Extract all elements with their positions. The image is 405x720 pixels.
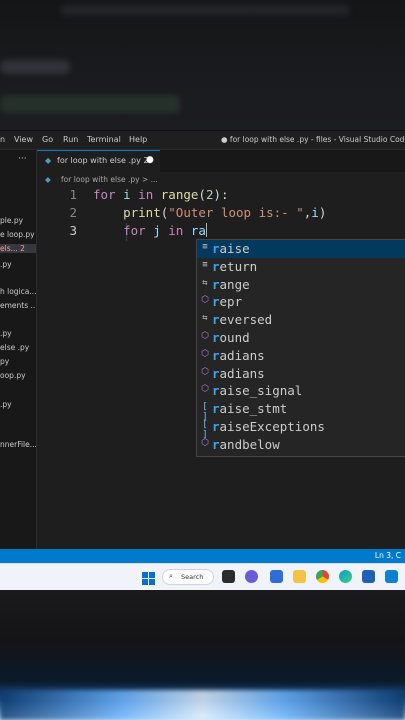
class-icon: ⇆	[202, 313, 208, 324]
menu-item[interactable]: n	[0, 135, 5, 144]
explorer-file[interactable]: ements ...	[0, 301, 36, 310]
menu-go[interactable]: Go	[42, 135, 53, 144]
edge-icon[interactable]	[339, 570, 352, 583]
suggestion-item[interactable]: ⬡ raise_signal	[197, 382, 405, 400]
explorer-file[interactable]: h logica...	[0, 287, 36, 296]
line-number: 2	[69, 205, 77, 220]
method-icon: ⬡	[201, 366, 209, 377]
suggestion-label: radians	[212, 365, 265, 381]
cursor-position[interactable]: Ln 3, C	[375, 551, 401, 560]
menu-bar: n View Go Run Terminal Help ● for loop w…	[0, 131, 405, 150]
suggestion-label: raise_signal	[212, 383, 303, 399]
explorer-file[interactable]: else .py	[0, 343, 29, 352]
breadcrumb: ◆ for loop with else .py > ...	[37, 172, 405, 187]
python-file-icon: ◆	[45, 175, 51, 184]
status-bar: Ln 3, C	[0, 549, 405, 563]
video-icon[interactable]	[270, 570, 283, 583]
class-icon: ⇆	[202, 277, 208, 288]
suggestion-item[interactable]: [ ] raiseExceptions	[197, 418, 405, 440]
explorer-file[interactable]: e loop.py	[0, 230, 35, 239]
suggestion-item[interactable]: ⬡ radians	[197, 365, 405, 383]
suggestion-item[interactable]: ⬡ radians	[197, 347, 405, 365]
explorer-file[interactable]: .py	[0, 260, 12, 269]
search-label: Search	[181, 573, 204, 581]
method-icon: ⬡	[201, 348, 209, 359]
suggestion-label: repr	[212, 294, 243, 310]
suggestion-item[interactable]: ⬡ repr	[197, 293, 405, 311]
suggestion-label: return	[212, 258, 258, 274]
menu-help[interactable]: Help	[129, 135, 147, 144]
code-line[interactable]: print("Outer loop is:- ",i)	[93, 205, 326, 220]
window-title: ● for loop with else .py - files - Visua…	[221, 135, 405, 144]
mail-icon[interactable]	[362, 570, 375, 583]
modified-dot-icon[interactable]: ●	[146, 155, 154, 165]
tab-bar: ◆ for loop with else .py 2 ●	[37, 150, 405, 173]
menu-terminal[interactable]: Terminal	[87, 135, 121, 144]
suggestion-label: raise	[212, 241, 250, 256]
suggestion-item[interactable]: ≡ raise	[197, 240, 405, 258]
explorer-file-active[interactable]: els... 2	[0, 244, 36, 253]
python-file-icon: ◆	[45, 156, 52, 165]
store-icon[interactable]	[385, 570, 398, 583]
chat-icon[interactable]	[245, 570, 258, 583]
breadcrumb-text[interactable]: for loop with else .py > ...	[61, 175, 158, 184]
explorer-sidebar: ··· ple.py e loop.py els... 2 .py h logi…	[0, 150, 37, 561]
suggestion-item[interactable]: ⬡ round	[197, 329, 405, 347]
explorer-file[interactable]: nnerFile...	[0, 440, 36, 449]
sidebar-more-icon[interactable]: ···	[18, 154, 27, 164]
menu-run[interactable]: Run	[63, 135, 78, 144]
suggestion-label: randbelow	[212, 436, 280, 452]
suggestion-label: raiseExceptions	[212, 419, 325, 434]
suggestion-label: raise_stmt	[212, 401, 288, 417]
method-icon: ⬡	[201, 331, 209, 341]
method-icon: ⬡	[201, 384, 209, 395]
suggestion-item[interactable]: [ ] raise_stmt	[197, 400, 405, 422]
method-icon: ⬡	[201, 437, 209, 448]
line-number: 3	[69, 223, 77, 238]
explorer-file[interactable]: ple.py	[0, 216, 23, 225]
keyword-icon: ≡	[202, 259, 208, 270]
suggestion-item[interactable]: ⇆ range	[197, 276, 405, 294]
blurred-background-top	[0, 0, 405, 130]
task-view-icon[interactable]	[222, 570, 235, 583]
suggestion-item[interactable]: ⇆ reversed	[197, 311, 405, 329]
chrome-icon[interactable]	[316, 570, 329, 583]
autocomplete-suggestions: ≡ raise ≡ return ⇆ range ⬡ repr ⇆ reversed ⬡ round ⬡…	[196, 239, 405, 457]
explorer-file[interactable]: oop.py	[0, 371, 26, 380]
tab-label: for loop with else .py 2	[57, 156, 149, 165]
line-number: 1	[69, 187, 77, 202]
keyword-icon: ≡	[202, 242, 208, 252]
suggestion-label: radians	[212, 347, 265, 363]
blur-shape	[0, 60, 70, 74]
suggestion-label: reversed	[212, 312, 273, 328]
method-icon: ⬡	[201, 295, 209, 306]
file-explorer-icon[interactable]	[293, 570, 306, 583]
blurred-glow	[0, 690, 405, 720]
blur-shape	[60, 5, 350, 15]
text-cursor	[205, 223, 207, 237]
suggestion-label: round	[212, 330, 250, 345]
explorer-file[interactable]: .py	[0, 400, 12, 409]
menu-view[interactable]: View	[14, 135, 33, 144]
windows-start-icon[interactable]	[142, 570, 155, 585]
explorer-file[interactable]: py	[0, 357, 9, 366]
suggestion-item[interactable]: ⬡ randbelow	[197, 436, 405, 454]
code-line-current[interactable]: for j in ra	[93, 223, 207, 238]
taskbar-search[interactable]: ⌕ Search	[162, 569, 214, 585]
windows-taskbar: ⌕ Search	[0, 563, 405, 590]
code-line[interactable]: for i in range(2):	[93, 187, 229, 202]
suggestion-item[interactable]: ≡ return	[197, 258, 405, 276]
search-icon: ⌕	[169, 572, 173, 580]
suggestion-label: range	[212, 276, 250, 292]
blur-shape	[0, 95, 180, 113]
tab-for-loop-with-else[interactable]: ◆ for loop with else .py 2 ●	[37, 150, 160, 173]
explorer-file[interactable]: .py	[0, 329, 12, 338]
